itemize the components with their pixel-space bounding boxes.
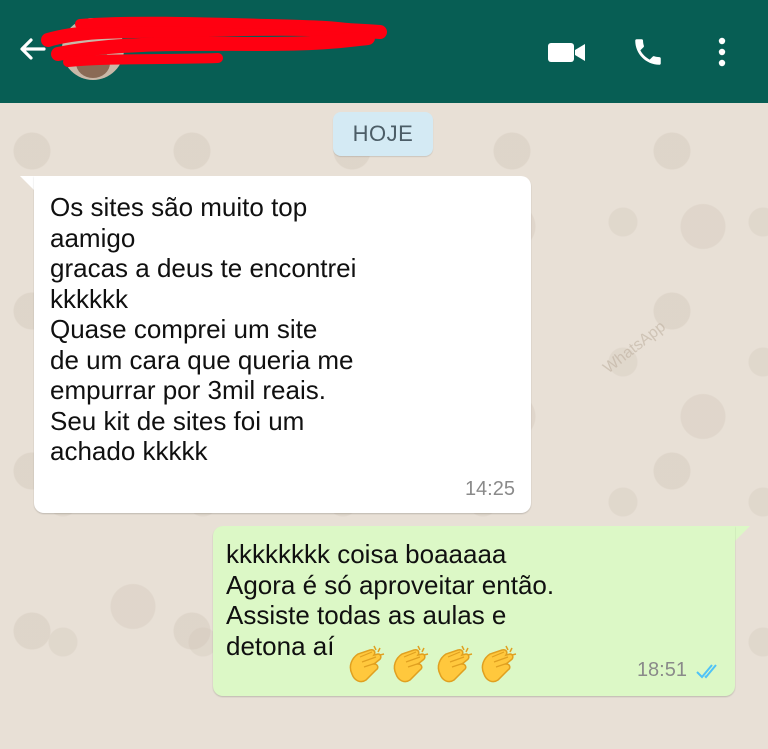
phone-call-icon — [635, 39, 661, 65]
voice-call-button[interactable] — [626, 30, 670, 74]
video-call-icon — [548, 43, 585, 62]
contact-name[interactable] — [140, 24, 370, 48]
date-label: HOJE — [333, 112, 433, 156]
chat-header — [0, 0, 768, 103]
wallpaper-watermark: WhatsApp — [600, 318, 669, 378]
message-text: kkkkkkkk coisa boaaaaa Agora é só aprove… — [226, 539, 555, 661]
avatar[interactable] — [62, 18, 124, 80]
message-text: Os sites são muito top aamigo gracas a d… — [50, 192, 357, 466]
clapping-hands-emoji — [344, 644, 518, 686]
outgoing-message[interactable]: kkkkkkkk coisa boaaaaa Agora é só aprove… — [213, 526, 735, 696]
arrow-left-icon — [20, 38, 46, 60]
message-time: 14:25 — [464, 478, 515, 500]
more-options-button[interactable] — [700, 30, 744, 74]
clap-emoji-icon — [349, 645, 385, 683]
more-vert-icon — [718, 37, 726, 67]
clap-emoji-icon — [437, 645, 473, 683]
clap-emoji-icon — [481, 645, 517, 683]
back-button[interactable] — [14, 32, 50, 68]
clap-emoji-icon — [393, 645, 429, 683]
video-call-button[interactable] — [545, 30, 589, 74]
outgoing-tail — [734, 526, 750, 542]
incoming-message[interactable]: Os sites são muito top aamigo gracas a d… — [34, 176, 531, 513]
message-time: 18:51 — [636, 659, 687, 681]
read-receipt-icon — [696, 664, 717, 679]
